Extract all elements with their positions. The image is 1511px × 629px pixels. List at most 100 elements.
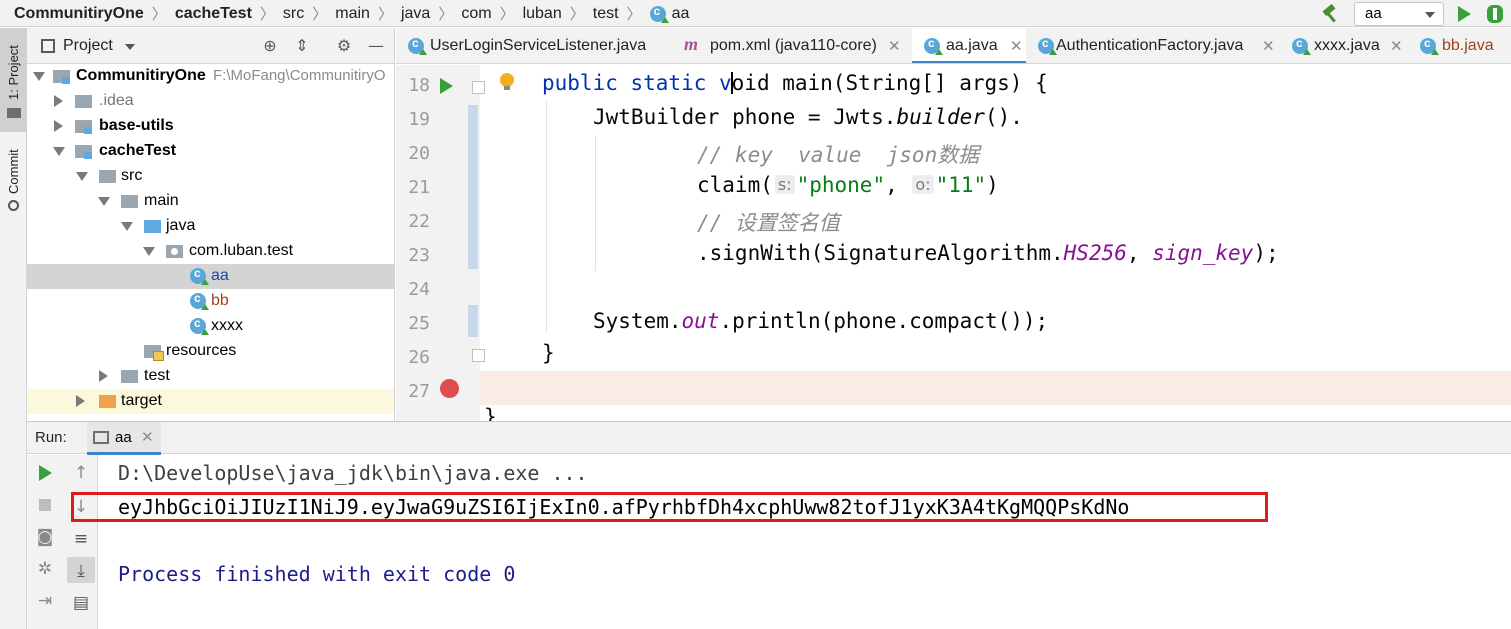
- debug-icon[interactable]: [1487, 4, 1503, 23]
- breadcrumb-item[interactable]: luban: [523, 5, 562, 23]
- chevron-right-icon: 〉: [626, 6, 642, 23]
- expand-arrow-icon[interactable]: [54, 120, 63, 132]
- stop-icon[interactable]: [39, 499, 51, 511]
- expand-arrow-icon[interactable]: [76, 395, 85, 407]
- breadcrumb-item[interactable]: CommunitiryOne: [14, 5, 144, 23]
- code-line-21: claim(s: "phone", o: "11"): [697, 173, 999, 197]
- java-class-icon: [924, 36, 943, 55]
- run-configuration-select[interactable]: aa: [1354, 1, 1444, 26]
- tree-item-test[interactable]: test: [27, 364, 394, 389]
- settings-icon[interactable]: ⚙: [335, 37, 353, 55]
- tab-authenticationfactory[interactable]: AuthenticationFactory.java ✕: [1026, 28, 1280, 63]
- breadcrumb-item[interactable]: cacheTest: [175, 5, 252, 23]
- console-output[interactable]: D:\DevelopUse\java_jdk\bin\java.exe ... …: [98, 455, 1511, 629]
- code-token: sign_key: [1152, 241, 1254, 265]
- expand-arrow-icon[interactable]: [98, 197, 110, 206]
- fold-icon[interactable]: [472, 81, 485, 94]
- toolbar: aa: [1320, 0, 1511, 27]
- restore-layout-icon[interactable]: ✲: [35, 559, 55, 579]
- tree-item-communitiryone[interactable]: CommunitiryOne F:\MoFang\CommunitiryO: [27, 64, 394, 89]
- run-configuration-label: aa: [1365, 5, 1382, 22]
- tree-item-label: resources: [166, 342, 237, 359]
- close-icon[interactable]: ✕: [141, 428, 154, 446]
- code-token: builder: [896, 105, 985, 129]
- tree-item-base-utils[interactable]: base-utils: [27, 114, 394, 139]
- expand-arrow-icon[interactable]: [76, 172, 88, 181]
- excluded-folder-icon: [99, 395, 116, 408]
- project-panel-title[interactable]: Project: [63, 37, 113, 55]
- breakpoint-icon[interactable]: [440, 379, 459, 398]
- fold-icon[interactable]: [472, 349, 485, 362]
- print-icon[interactable]: ▤: [71, 593, 91, 613]
- folder-icon: [75, 95, 92, 108]
- tree-item-java[interactable]: java: [27, 214, 394, 239]
- project-tool-tab[interactable]: 1: Project: [0, 28, 27, 132]
- tree-item-aa[interactable]: aa: [27, 264, 394, 289]
- breadcrumb-item[interactable]: com: [461, 5, 491, 23]
- tab-xxxx-java[interactable]: xxxx.java ✕: [1280, 28, 1408, 63]
- resources-folder-icon: [144, 345, 164, 361]
- code-token: JwtBuilder phone = Jwts.: [593, 105, 897, 129]
- breadcrumb-item[interactable]: test: [593, 5, 619, 23]
- tab-aa-java[interactable]: aa.java ✕: [912, 28, 1026, 63]
- run-tab-label: aa: [115, 429, 132, 446]
- java-class-icon: [1038, 36, 1057, 55]
- tree-item-target[interactable]: target: [27, 389, 394, 414]
- tab-pom-xml[interactable]: m pom.xml (java110-core) ✕: [670, 28, 912, 63]
- lightbulb-icon[interactable]: [500, 73, 514, 90]
- tree-item-xxxx[interactable]: xxxx: [27, 314, 394, 339]
- breadcrumb-item[interactable]: aa: [672, 5, 690, 23]
- expand-arrow-icon[interactable]: [99, 370, 108, 382]
- expand-arrow-icon[interactable]: [121, 222, 133, 231]
- collapse-icon[interactable]: ⇕: [293, 37, 311, 55]
- change-marker: [468, 305, 478, 337]
- expand-arrow-icon[interactable]: [33, 72, 45, 81]
- up-arrow-icon[interactable]: ↑: [71, 463, 91, 483]
- breadcrumb-item[interactable]: main: [335, 5, 370, 23]
- expand-arrow-icon[interactable]: [143, 247, 155, 256]
- tree-item-bb[interactable]: bb: [27, 289, 394, 314]
- build-hammer-icon[interactable]: [1320, 4, 1340, 24]
- chevron-down-icon[interactable]: [125, 44, 135, 50]
- locate-icon[interactable]: ⊕: [261, 37, 279, 55]
- console-exit-line: Process finished with exit code 0: [118, 562, 516, 586]
- minimize-icon[interactable]: —: [367, 37, 385, 55]
- change-marker: [468, 105, 478, 269]
- run-panel-header: Run: aa ✕: [27, 421, 1511, 455]
- editor-tabs: UserLoginServiceListener.java m pom.xml …: [396, 28, 1511, 64]
- run-gutter-icon[interactable]: [440, 78, 453, 94]
- code-token: ,: [885, 173, 911, 197]
- tree-item-src[interactable]: src: [27, 164, 394, 189]
- tree-item-cachetest[interactable]: cacheTest: [27, 139, 394, 164]
- tree-item-main[interactable]: main: [27, 189, 394, 214]
- expand-arrow-icon[interactable]: [54, 95, 63, 107]
- indent-guide: [595, 135, 596, 271]
- rerun-icon[interactable]: [39, 465, 52, 481]
- close-icon[interactable]: ✕: [1390, 37, 1403, 55]
- close-icon[interactable]: ✕: [1262, 37, 1275, 55]
- tree-item-idea[interactable]: .idea: [27, 89, 394, 114]
- commit-tool-tab[interactable]: Commit: [0, 140, 27, 220]
- tab-label: AuthenticationFactory.java: [1056, 37, 1244, 54]
- run-icon[interactable]: [1458, 5, 1471, 22]
- expand-arrow-icon[interactable]: [53, 147, 65, 156]
- camera-icon[interactable]: ◙: [35, 527, 55, 547]
- breadcrumb-item[interactable]: java: [401, 5, 430, 23]
- tree-item-com-luban-test[interactable]: com.luban.test: [27, 239, 394, 264]
- soft-wrap-icon[interactable]: ≡: [71, 529, 91, 549]
- close-icon[interactable]: ✕: [888, 37, 901, 55]
- tab-userloginservicelistener[interactable]: UserLoginServiceListener.java: [396, 28, 664, 63]
- tab-bb-java[interactable]: bb.java: [1408, 28, 1511, 63]
- close-icon[interactable]: ✕: [1010, 37, 1023, 55]
- tree-item-resources[interactable]: resources: [27, 339, 394, 364]
- breadcrumb-item[interactable]: src: [283, 5, 304, 23]
- tree-item-label: com.luban.test: [189, 242, 294, 259]
- tree-item-label: java: [166, 217, 196, 234]
- run-tab-aa[interactable]: aa ✕: [87, 422, 161, 455]
- code-line-25: System.out.println(phone.compact());: [593, 309, 1048, 333]
- line-number: 21: [408, 177, 430, 198]
- code-token: .println(phone.compact());: [719, 309, 1049, 333]
- breadcrumb: CommunitiryOne 〉 cacheTest 〉 src 〉 main …: [14, 0, 689, 27]
- code-editor[interactable]: 18 19 20 21 22 23 24 25 26 27 public sta…: [396, 65, 1511, 421]
- exit-icon[interactable]: ⇥: [35, 591, 55, 611]
